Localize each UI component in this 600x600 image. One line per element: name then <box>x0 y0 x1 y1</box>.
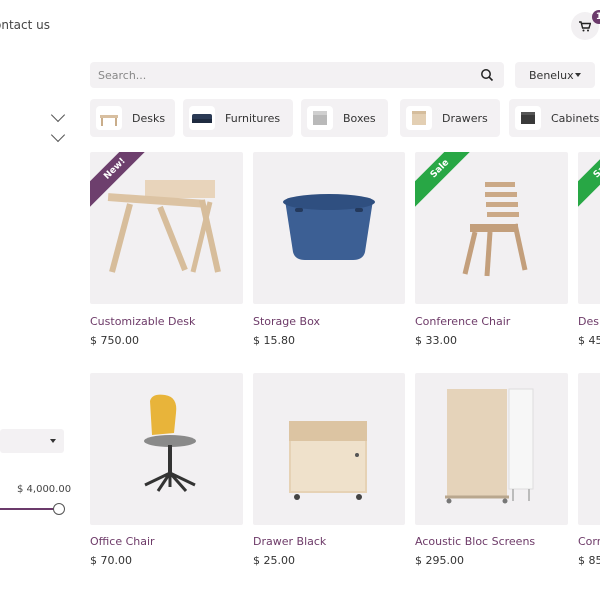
product-image-drawer-black[interactable] <box>253 373 405 525</box>
search-input[interactable] <box>98 62 468 88</box>
cart-button[interactable]: 1 <box>571 10 600 40</box>
product-image-storage-box[interactable] <box>253 152 405 304</box>
product-image-desk[interactable]: Sale <box>578 152 600 304</box>
product-name-link[interactable]: Customizable Desk <box>90 315 195 328</box>
search-icon[interactable] <box>480 68 494 82</box>
filter-select[interactable] <box>0 429 64 453</box>
product-image-acoustic-bloc-screens[interactable] <box>415 373 568 525</box>
cart-count-badge: 1 <box>592 10 600 24</box>
category-drawers[interactable]: Drawers <box>400 99 500 137</box>
product-price: $ 85 <box>578 554 600 567</box>
product-price: $ 750.00 <box>90 334 139 347</box>
category-furnitures[interactable]: Furnitures <box>183 99 293 137</box>
product-name-link[interactable]: Office Chair <box>90 535 155 548</box>
product-image-customizable-desk[interactable]: New! <box>90 152 243 304</box>
price-range-track[interactable] <box>0 508 58 510</box>
product-price: $ 70.00 <box>90 554 132 567</box>
category-desks[interactable]: Desks <box>90 99 175 137</box>
product-name-link[interactable]: Corr <box>578 535 600 548</box>
region-selected-label: Benelux <box>529 69 574 82</box>
product-image-conference-chair[interactable]: Sale <box>415 152 568 304</box>
category-label: Desks <box>132 112 166 125</box>
category-label: Furnitures <box>225 112 281 125</box>
cabinet-icon <box>515 106 541 130</box>
product-price: $ 15.80 <box>253 334 295 347</box>
sofa-icon <box>189 106 215 130</box>
chevron-down-icon[interactable] <box>50 127 66 143</box>
category-label: Drawers <box>442 112 488 125</box>
product-name-link[interactable]: Drawer Black <box>253 535 326 548</box>
sale-ribbon: Sale <box>578 152 600 208</box>
category-label: Cabinets <box>551 112 600 125</box>
nav-contact-us-link[interactable]: ontact us <box>0 18 50 32</box>
product-price: $ 295.00 <box>415 554 464 567</box>
category-boxes[interactable]: Boxes <box>301 99 388 137</box>
region-dropdown[interactable]: Benelux <box>515 62 595 88</box>
price-range-handle[interactable] <box>53 503 65 515</box>
box-icon <box>307 106 333 130</box>
category-cabinets[interactable]: Cabinets <box>509 99 600 137</box>
product-name-link[interactable]: Storage Box <box>253 315 320 328</box>
product-image-corner[interactable] <box>578 373 600 525</box>
product-price: $ 45 <box>578 334 600 347</box>
product-image-office-chair[interactable] <box>90 373 243 525</box>
caret-down-icon <box>575 73 581 77</box>
product-price: $ 25.00 <box>253 554 295 567</box>
shopping-cart-icon <box>579 21 591 32</box>
category-label: Boxes <box>343 112 376 125</box>
chevron-down-icon[interactable] <box>50 107 66 123</box>
price-max-label: $ 4,000.00 <box>17 484 72 495</box>
caret-down-icon <box>50 439 56 443</box>
search-bar <box>90 62 504 88</box>
product-name-link[interactable]: Conference Chair <box>415 315 510 328</box>
product-name-link[interactable]: Desk <box>578 315 600 328</box>
drawer-icon <box>406 106 432 130</box>
desk-icon <box>96 106 122 130</box>
product-price: $ 33.00 <box>415 334 457 347</box>
product-name-link[interactable]: Acoustic Bloc Screens <box>415 535 535 548</box>
